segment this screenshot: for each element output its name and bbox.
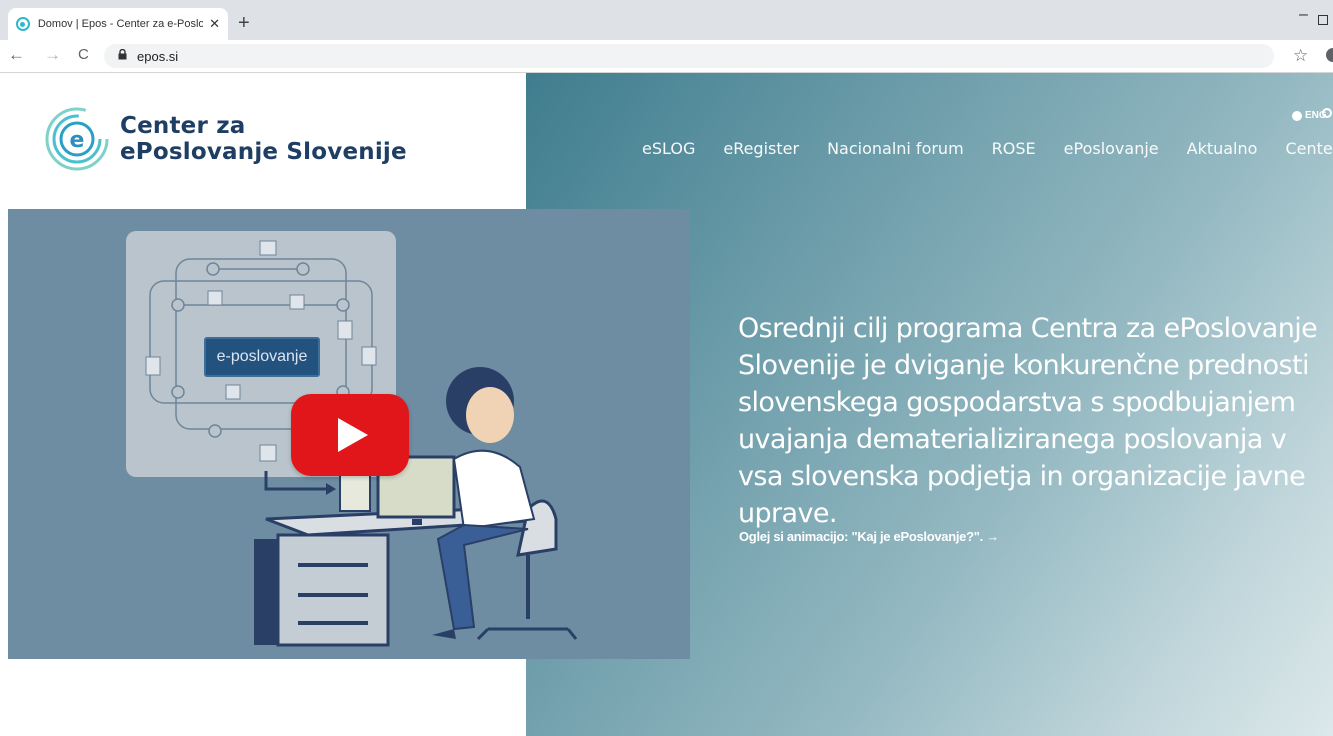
maximize-window-button[interactable]	[1318, 15, 1328, 25]
nav-item-rose[interactable]: ROSE	[992, 139, 1036, 158]
search-icon[interactable]	[1322, 108, 1332, 118]
minimize-window-button[interactable]: –	[1299, 6, 1308, 24]
tab-title: Domov | Epos - Center za e-Poslovanje	[37, 18, 204, 30]
new-tab-button[interactable]: +	[238, 13, 250, 33]
globe-icon	[1292, 110, 1302, 121]
main-navigation: eSLOG eRegister Nacionalni forum ROSE eP…	[642, 139, 1333, 158]
page-content: e Center za ePoslovanje Slovenije ENG eS…	[0, 73, 1333, 736]
logo-line-1: Center za	[120, 113, 246, 139]
forward-arrow-icon[interactable]: →	[44, 45, 61, 65]
profile-avatar-icon[interactable]	[1326, 48, 1333, 62]
nav-item-eposlovanje[interactable]: ePoslovanje	[1064, 139, 1159, 158]
browser-tabbar: Domov | Epos - Center za e-Poslovanje ✕ …	[0, 0, 1333, 40]
site-logo[interactable]: e Center za ePoslovanje Slovenije	[44, 106, 407, 172]
diagram-label: e-poslovanje	[204, 337, 320, 377]
tab-close-icon[interactable]: ✕	[209, 16, 220, 32]
browser-toolbar: ← → C epos.si ☆	[0, 40, 1333, 73]
site-favicon-icon	[16, 17, 30, 31]
play-icon	[338, 418, 368, 452]
address-bar[interactable]: epos.si	[104, 44, 1274, 68]
hero-headline: Osrednji cilj programa Centra za ePoslov…	[738, 313, 1318, 529]
nav-item-nacionalni-forum[interactable]: Nacionalni forum	[827, 139, 964, 158]
nav-item-eregister[interactable]: eRegister	[723, 139, 799, 158]
browser-tab[interactable]: Domov | Epos - Center za e-Poslovanje ✕	[8, 8, 228, 40]
animation-link[interactable]: Oglej si animacijo: "Kaj je ePoslovanje?…	[739, 529, 999, 544]
logo-line-2: ePoslovanje Slovenije	[120, 139, 407, 165]
nav-item-eslog[interactable]: eSLOG	[642, 139, 695, 158]
svg-text:e: e	[70, 128, 85, 153]
reload-icon[interactable]: C	[78, 45, 89, 65]
video-player[interactable]: e-poslovanje	[8, 209, 690, 659]
back-arrow-icon[interactable]: ←	[8, 45, 25, 65]
bookmark-star-icon[interactable]: ☆	[1293, 46, 1308, 66]
lock-icon	[118, 48, 127, 63]
nav-item-aktualno[interactable]: Aktualno	[1187, 139, 1258, 158]
url-text: epos.si	[137, 48, 179, 64]
youtube-play-button[interactable]	[291, 394, 409, 476]
logo-text: Center za ePoslovanje Slovenije	[120, 113, 407, 165]
epos-logo-icon: e	[45, 107, 109, 171]
nav-item-center[interactable]: Center	[1285, 139, 1333, 158]
